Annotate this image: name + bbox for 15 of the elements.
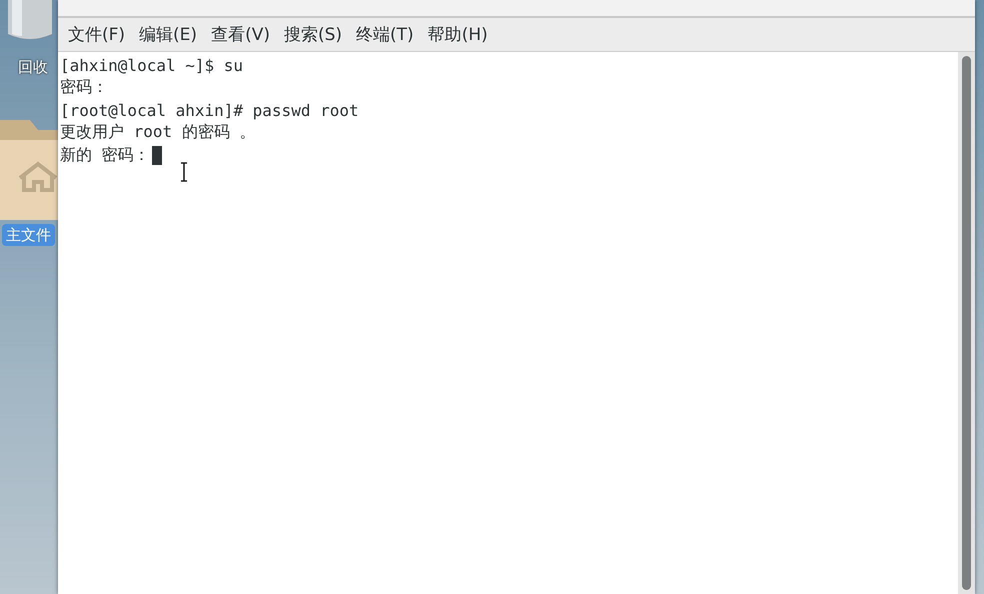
block-cursor	[152, 146, 162, 165]
scrollbar[interactable]	[958, 52, 975, 594]
terminal-line: [ahxin@local ~]$ su	[60, 56, 244, 75]
text-cursor-icon	[180, 162, 188, 182]
menu-item[interactable]: 查看(V)	[205, 21, 276, 48]
menu-item[interactable]: 终端(T)	[350, 21, 420, 48]
terminal-line: 密码：	[60, 77, 108, 98]
terminal-line: 更改用户 root 的密码 。	[60, 122, 256, 144]
menu-item[interactable]: 文件(F)	[62, 21, 132, 48]
terminal-line: 新的 密码：	[60, 144, 150, 166]
menu-item[interactable]: 搜索(S)	[278, 21, 348, 48]
menu-item[interactable]: 帮助(H)	[422, 21, 494, 48]
home-folder-icon[interactable]	[0, 120, 58, 220]
terminal-line: [root@local ahxin]# passwd root	[60, 100, 359, 120]
menu-item[interactable]: 编辑(E)	[133, 21, 204, 48]
